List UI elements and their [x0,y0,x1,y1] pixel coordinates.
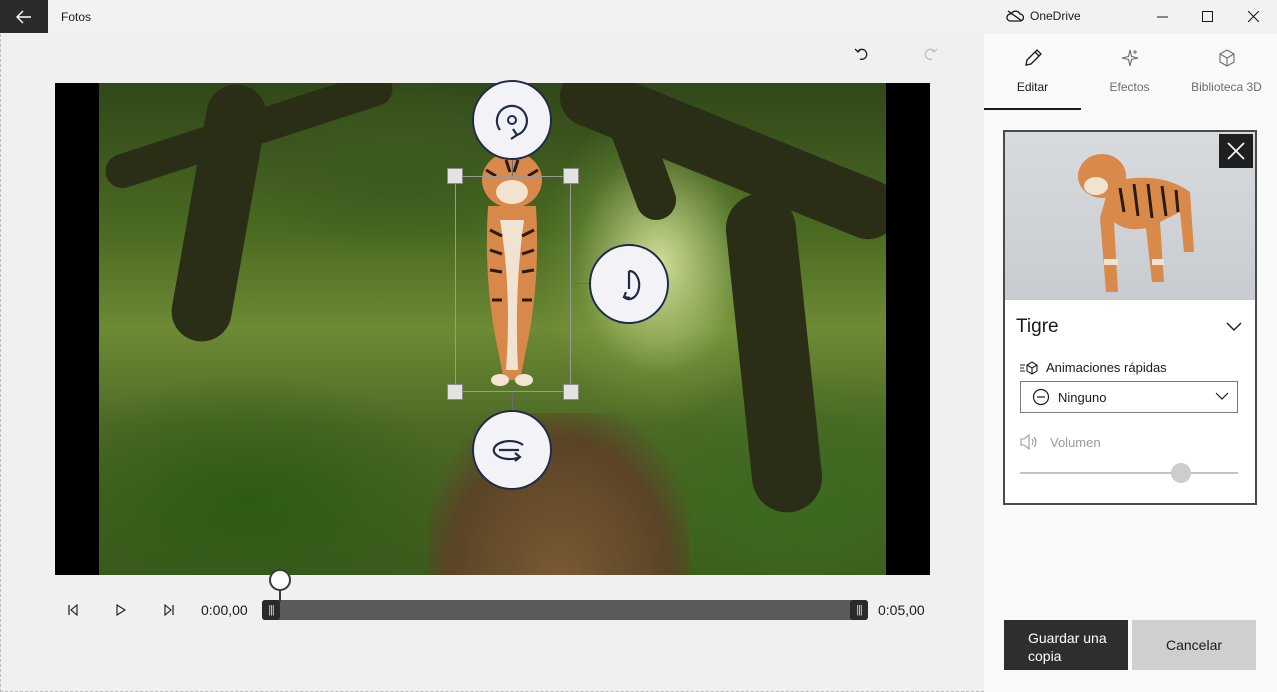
cube-icon [1218,49,1235,67]
step-forward-icon [164,604,174,616]
forest-path [429,413,689,575]
edit-panel: Editar Efectos Biblioteca 3D Tigre Anima… [984,34,1277,692]
active-tab-indicator [984,108,1081,110]
maximize-button[interactable] [1184,0,1230,33]
resize-handle-top-left[interactable] [447,168,463,184]
playhead[interactable] [269,569,291,591]
none-icon [1032,388,1050,406]
model-name: Tigre [1016,316,1059,337]
resize-handle-bottom-right[interactable] [563,384,579,400]
sparkle-icon [1121,49,1138,67]
step-back-icon [68,604,78,616]
rotate-x-handle[interactable] [472,410,552,490]
rotate-y-handle[interactable] [589,244,669,324]
back-button[interactable] [0,0,48,33]
rotate-horizontal-icon [492,439,524,462]
tab-biblioteca-3d[interactable]: Biblioteca 3D [1178,34,1275,110]
timeline-track[interactable]: ||| ||| [262,600,868,620]
volume-slider-thumb[interactable] [1171,463,1191,483]
redo-button[interactable] [918,42,942,64]
title-bar: Fotos OneDrive [0,0,1277,34]
minimize-button[interactable] [1139,0,1185,33]
chevron-down-icon [1226,322,1242,331]
trim-end-handle[interactable]: ||| [850,600,868,620]
resize-handle-bottom-left[interactable] [447,384,463,400]
redo-icon [924,48,938,60]
close-icon [1247,11,1259,22]
quick-animations-value: Ninguno [1058,389,1107,405]
onedrive-status[interactable]: OneDrive [1006,9,1081,23]
selection-box [455,176,571,392]
model-preview [1005,132,1255,300]
onedrive-label: OneDrive [1030,9,1081,23]
current-time: 0:00,00 [201,602,248,618]
quick-animations-label-row: Animaciones rápidas [1020,360,1167,375]
animation-icon [1020,360,1038,375]
volume-label: Volumen [1050,434,1101,450]
rotate-z-handle[interactable] [472,80,552,160]
previous-frame-button[interactable] [63,600,83,620]
tab-efectos[interactable]: Efectos [1081,34,1178,110]
rotate-vertical-icon [622,269,641,301]
play-icon [116,604,127,616]
quick-animations-label: Animaciones rápidas [1046,360,1167,375]
app-title: Fotos [61,10,92,24]
resize-handle-top-right[interactable] [563,168,579,184]
cancel-button[interactable]: Cancelar [1132,620,1256,670]
close-icon [1227,142,1245,160]
play-button[interactable] [111,600,131,620]
end-time: 0:05,00 [878,602,925,618]
connector-right [571,283,589,284]
connector-bottom [512,392,513,410]
next-frame-button[interactable] [159,600,179,620]
pencil-icon [1024,49,1042,66]
undo-button[interactable] [850,42,874,64]
undo-icon [854,48,868,60]
close-window-button[interactable] [1230,0,1276,33]
collapse-model-button[interactable] [1223,316,1245,338]
trim-start-handle[interactable]: ||| [262,600,280,620]
save-copy-button[interactable]: Guardar una copia [1004,620,1128,670]
back-arrow-icon [16,10,31,23]
cloud-offline-icon [1006,10,1024,22]
playhead-line [279,590,281,602]
chevron-down-icon [1215,392,1229,400]
tiger-thumbnail [1078,154,1194,292]
minimize-icon [1156,16,1168,18]
rotate-clockwise-icon [495,104,529,140]
tab-editar[interactable]: Editar [984,34,1081,110]
volume-label-row: Volumen [1020,434,1101,450]
maximize-icon [1201,11,1213,22]
quick-animations-dropdown[interactable]: Ninguno [1020,381,1238,413]
volume-icon [1020,434,1037,450]
volume-slider-track[interactable] [1020,472,1238,474]
remove-model-button[interactable] [1219,134,1253,168]
model-card: Tigre Animaciones rápidas Ninguno Volume… [1003,130,1257,505]
